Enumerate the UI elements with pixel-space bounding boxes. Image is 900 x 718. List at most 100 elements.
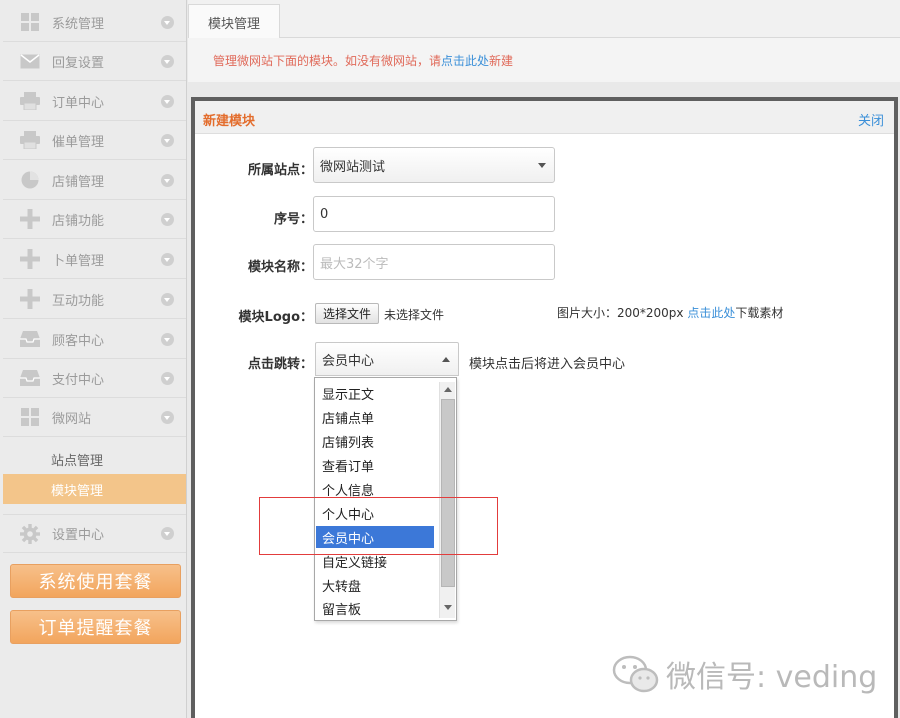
list-item[interactable]: 显示正文	[316, 382, 434, 404]
module-name-placeholder: 最大32个字	[320, 256, 389, 272]
list-item[interactable]: 店铺列表	[316, 430, 434, 452]
sidebar-item-stores[interactable]: 店铺管理	[3, 161, 186, 200]
gear-icon	[18, 523, 42, 544]
sidebar-item-store-functions[interactable]: 店铺功能	[3, 200, 186, 239]
chevron-down-icon	[161, 94, 174, 108]
sidebar-item-label: 系统管理	[52, 16, 105, 32]
tab-module-management[interactable]: 模块管理	[188, 4, 280, 39]
file-status: 未选择文件	[384, 308, 445, 322]
sidebar-subitem-sites[interactable]: 站点管理	[3, 444, 186, 474]
wechat-icon	[612, 655, 659, 693]
scroll-down-icon[interactable]	[444, 605, 452, 610]
sidebar-item-interaction[interactable]: 互动功能	[3, 280, 186, 319]
image-size-hint: 图片大小：200*200px 点击此处下载素材	[557, 304, 783, 321]
chevron-up-icon	[442, 357, 450, 362]
chevron-down-icon	[161, 292, 174, 306]
sidebar-item-payments[interactable]: 支付中心	[3, 359, 186, 398]
chevron-down-icon	[538, 163, 546, 168]
sidebar-item-label: 设置中心	[52, 528, 105, 543]
pie-chart-icon	[18, 170, 42, 190]
dialog-title: 新建模块	[203, 114, 256, 129]
inbox-icon	[18, 329, 42, 349]
sidebar-item-label: 回复设置	[52, 55, 105, 71]
scrollbar-thumb[interactable]	[441, 399, 455, 587]
order-reminder-package-button[interactable]: 订单提醒套餐	[10, 610, 181, 644]
scroll-up-icon[interactable]	[444, 387, 452, 392]
list-item[interactable]: 留言板	[316, 598, 434, 618]
sidebar-item-label: 互动功能	[52, 293, 105, 309]
chevron-down-icon	[161, 252, 174, 266]
chevron-down-icon	[161, 15, 174, 29]
sidebar-item-orders[interactable]: 订单中心	[3, 82, 186, 121]
watermark-text: 微信号: veding	[666, 660, 878, 695]
create-site-link[interactable]: 点击此处	[441, 52, 489, 69]
order-input[interactable]: 0	[313, 196, 555, 232]
image-size-text: 图片大小：200*200px	[557, 306, 684, 320]
chevron-down-icon	[161, 173, 174, 187]
printer-icon	[18, 91, 42, 111]
close-link[interactable]: 关闭	[858, 110, 884, 129]
plus-icon	[18, 249, 42, 269]
tab-bar: 模块管理	[188, 0, 900, 39]
watermark: 微信号: veding	[612, 652, 877, 696]
list-item[interactable]: 查看订单	[316, 454, 434, 476]
sidebar-item-label: 支付中心	[52, 372, 105, 388]
mail-icon	[18, 51, 42, 71]
sidebar-item-label: 店铺管理	[52, 174, 105, 190]
system-package-button[interactable]: 系统使用套餐	[10, 564, 181, 598]
sidebar-item-system[interactable]: 系统管理	[3, 3, 186, 42]
jump-select[interactable]: 会员中心	[315, 342, 459, 376]
chevron-down-icon	[161, 332, 174, 346]
logo-label: 模块Logo：	[238, 310, 313, 325]
sidebar-item-label: 卜单管理	[52, 253, 105, 269]
site-label: 所属站点：	[247, 163, 313, 178]
list-item[interactable]: 个人中心	[316, 502, 434, 524]
grid-icon	[18, 12, 42, 32]
chevron-down-icon	[161, 133, 174, 147]
list-item[interactable]: 大转盘	[316, 574, 434, 596]
list-item-selected[interactable]: 会员中心	[316, 526, 434, 548]
dropdown-scrollbar[interactable]	[439, 382, 455, 618]
printer-icon	[18, 130, 42, 150]
list-item[interactable]: 自定义链接	[316, 550, 434, 572]
chevron-down-icon	[161, 527, 174, 540]
jump-label: 点击跳转：	[247, 357, 313, 372]
sidebar-subitem-modules[interactable]: 模块管理	[3, 474, 186, 504]
sidebar-item-label: 催单管理	[52, 134, 105, 150]
sidebar-item-customers[interactable]: 顾客中心	[3, 320, 186, 359]
plus-icon	[18, 209, 42, 229]
jump-hint: 模块点击后将进入会员中心	[469, 357, 626, 372]
order-input-value: 0	[320, 206, 329, 222]
jump-options-list: 显示正文 店铺点单 店铺列表 查看订单 个人信息 个人中心 会员中心 自定义链接…	[314, 377, 457, 621]
sidebar-item-order-management[interactable]: 卜单管理	[3, 240, 186, 279]
sidebar-item-reply[interactable]: 回复设置	[3, 42, 186, 81]
sidebar-item-label: 店铺功能	[52, 213, 105, 229]
choose-file-button[interactable]: 选择文件	[315, 303, 379, 324]
module-name-input[interactable]: 最大32个字	[313, 244, 555, 280]
module-name-label: 模块名称：	[247, 260, 313, 275]
chevron-down-icon	[161, 54, 174, 68]
grid-icon	[18, 407, 42, 427]
sidebar-item-microsite[interactable]: 微网站	[3, 398, 186, 437]
chevron-down-icon	[161, 212, 174, 226]
dialog-header: 新建模块 关闭	[195, 101, 894, 134]
site-select-value: 微网站测试	[320, 159, 386, 175]
sidebar-item-label: 微网站	[52, 411, 92, 427]
download-material-link[interactable]: 点击此处	[687, 306, 735, 320]
plus-icon	[18, 289, 42, 309]
sidebar-item-reminders[interactable]: 催单管理	[3, 121, 186, 160]
chevron-down-icon	[161, 371, 174, 385]
chevron-down-icon	[161, 410, 174, 424]
download-suffix: 下载素材	[735, 306, 784, 320]
notice-text: 管理微网站下面的模块。如没有微网站，请	[213, 53, 442, 68]
inbox-icon	[18, 368, 42, 388]
jump-select-value: 会员中心	[322, 353, 375, 369]
sidebar-item-label: 顾客中心	[52, 333, 105, 349]
list-item[interactable]: 店铺点单	[316, 406, 434, 428]
new-module-dialog: 新建模块 关闭 所属站点： 微网站测试 序号： 0 模块名称： 最大32个字 模…	[191, 97, 898, 718]
notice-suffix: 新建	[489, 53, 514, 68]
sidebar-item-settings[interactable]: 设置中心	[3, 514, 186, 553]
site-select[interactable]: 微网站测试	[313, 147, 555, 183]
list-item[interactable]: 个人信息	[316, 478, 434, 500]
sidebar: 系统管理 回复设置 订单中心 催单管理 店铺管理 店铺功能 卜单管理 互动功能 …	[0, 0, 187, 718]
